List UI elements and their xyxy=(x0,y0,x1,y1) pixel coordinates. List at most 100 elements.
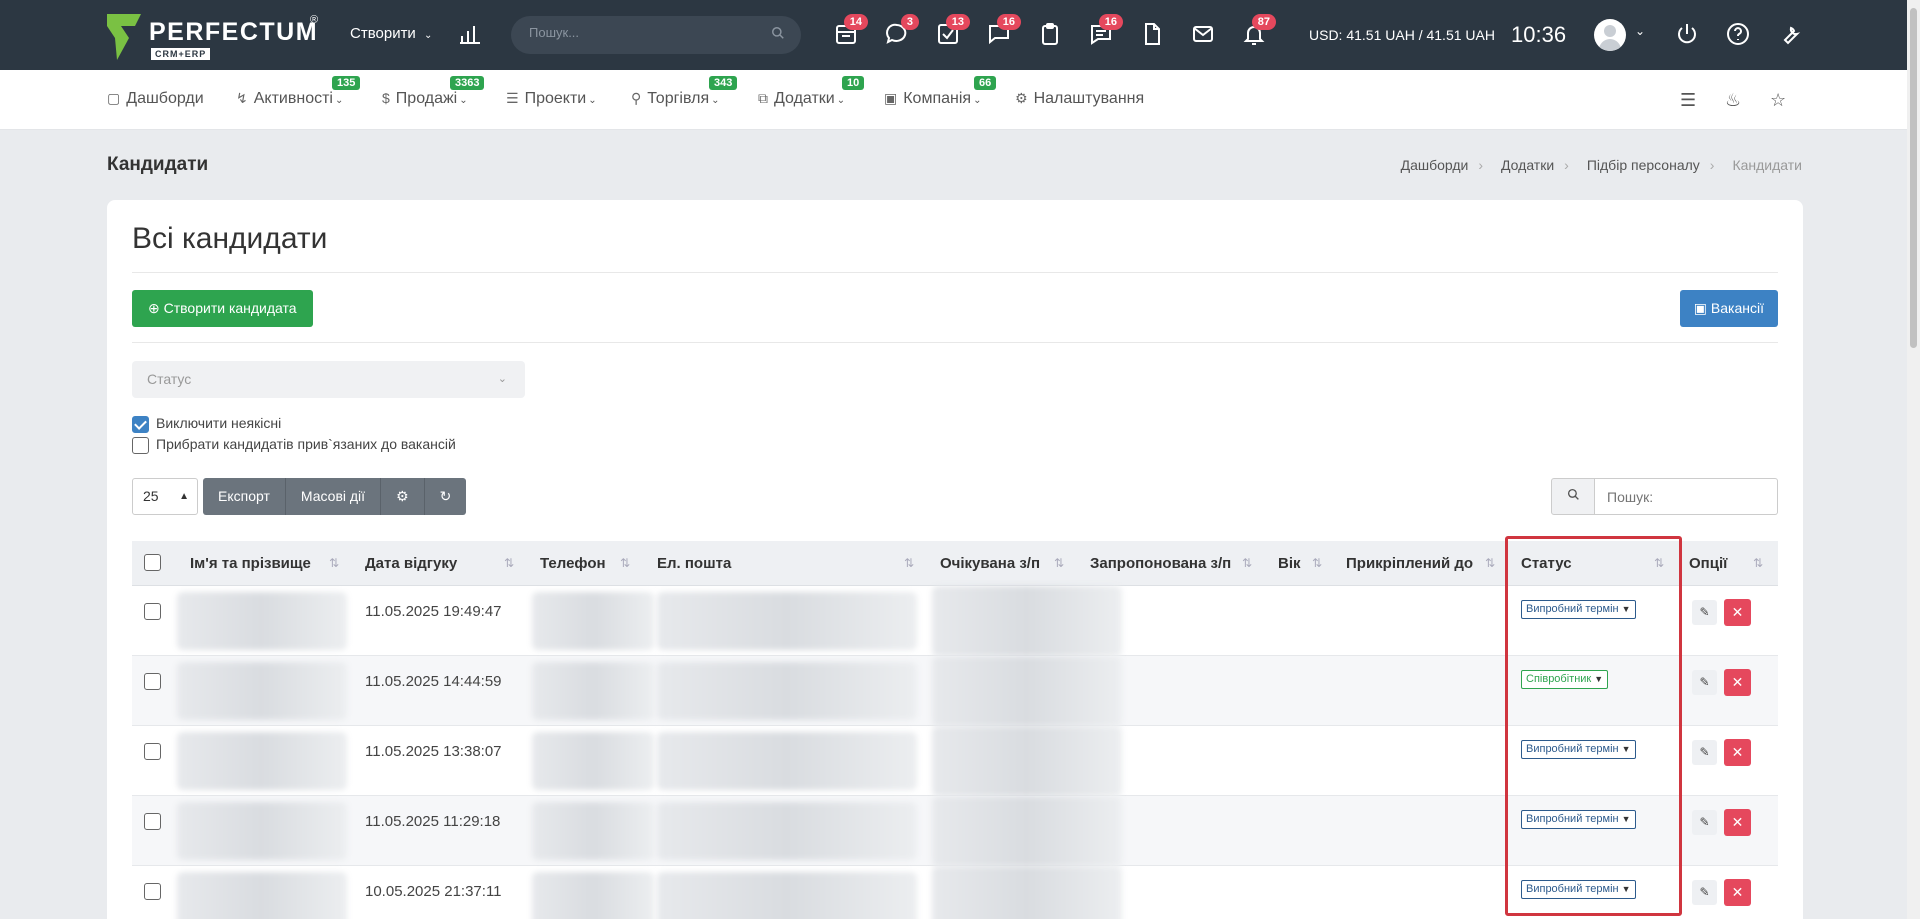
status-dropdown[interactable]: Випробний термін ▼ xyxy=(1521,740,1636,759)
status-dropdown[interactable]: Випробний термін ▼ xyxy=(1521,810,1636,829)
remove-linked-option[interactable]: Прибрати кандидатів прив`язаних до вакан… xyxy=(132,436,456,454)
delete-button[interactable]: ✕ xyxy=(1724,739,1751,766)
breadcrumb-item[interactable]: Підбір персоналу xyxy=(1587,157,1700,173)
col-age[interactable]: Вік xyxy=(1278,541,1301,586)
search-icon[interactable] xyxy=(1551,478,1595,515)
bulk-actions-button[interactable]: Масові дії xyxy=(285,478,382,515)
status-dropdown[interactable]: Випробний термін ▼ xyxy=(1521,880,1636,899)
delete-button[interactable]: ✕ xyxy=(1724,879,1751,906)
delete-button[interactable]: ✕ xyxy=(1724,599,1751,626)
messages-icon[interactable]: 16 xyxy=(1089,14,1123,48)
bell-icon[interactable]: 87 xyxy=(1242,14,1276,48)
per-page-select[interactable]: 25 ▲ xyxy=(132,478,198,515)
remove-linked-checkbox[interactable] xyxy=(132,436,149,454)
table-row[interactable]: 11.05.2025 19:49:47 Випробний термін ▼ ✎ … xyxy=(132,586,1778,656)
stats-icon[interactable] xyxy=(458,22,484,48)
star-icon[interactable]: ☆ xyxy=(1770,90,1786,111)
table-row[interactable]: 11.05.2025 14:44:59 Співробітник ▼ ✎ ✕ xyxy=(132,656,1778,726)
sort-icon[interactable]: ⇅ xyxy=(1753,541,1763,586)
delete-button[interactable]: ✕ xyxy=(1724,669,1751,696)
create-menu[interactable]: Створити ⌄ xyxy=(350,25,432,42)
global-search-input[interactable] xyxy=(529,25,759,40)
col-status[interactable]: Статус xyxy=(1521,541,1572,586)
nav-trade[interactable]: ⚲ Торгівля ⌄ 343 xyxy=(631,76,738,108)
sort-icon[interactable]: ⇅ xyxy=(1054,541,1064,586)
col-offered-salary[interactable]: Запропонована з/п xyxy=(1090,541,1231,586)
edit-button[interactable]: ✎ xyxy=(1692,880,1717,905)
chat-icon[interactable]: 3 xyxy=(885,14,919,48)
breadcrumb-item[interactable]: Дашборди xyxy=(1401,157,1469,173)
search-icon[interactable] xyxy=(771,26,785,44)
comments-icon[interactable]: 16 xyxy=(987,14,1021,48)
nav-settings[interactable]: ⚙ Налаштування xyxy=(1015,90,1144,108)
document-icon[interactable] xyxy=(1140,22,1166,48)
edit-button[interactable]: ✎ xyxy=(1692,740,1717,765)
row-checkbox[interactable] xyxy=(144,743,161,760)
nav-addons[interactable]: ⧉ Додатки ⌄ 10 xyxy=(758,76,865,108)
settings-button[interactable]: ⚙ xyxy=(381,478,425,515)
sort-icon[interactable]: ⇅ xyxy=(329,541,339,586)
table-search-input[interactable] xyxy=(1595,478,1778,515)
vacancies-button[interactable]: ▣ Вакансії xyxy=(1679,290,1778,327)
exclude-low-quality-option[interactable]: Виключити неякісні xyxy=(132,415,281,433)
clipboard-icon[interactable] xyxy=(1038,22,1064,48)
page-scrollbar[interactable] xyxy=(1907,0,1920,919)
table-row[interactable]: 10.05.2025 21:37:11 Випробний термін ▼ ✎ … xyxy=(132,866,1778,919)
breadcrumb-item[interactable]: Додатки xyxy=(1501,157,1554,173)
nav-addons-badge: 10 xyxy=(842,76,865,90)
col-email[interactable]: Ел. пошта xyxy=(657,541,731,586)
nav-dashboards[interactable]: ▢ Дашборди xyxy=(107,90,204,108)
avatar[interactable] xyxy=(1594,19,1626,51)
delete-button[interactable]: ✕ xyxy=(1724,809,1751,836)
status-dropdown[interactable]: Випробний термін ▼ xyxy=(1521,600,1636,619)
sort-icon[interactable]: ⇅ xyxy=(1242,541,1252,586)
col-phone[interactable]: Телефон xyxy=(540,541,606,586)
col-date[interactable]: Дата відгуку xyxy=(365,541,457,586)
create-candidate-button[interactable]: ⊕ Створити кандидата xyxy=(132,290,313,327)
tasks-icon[interactable]: 13 xyxy=(936,14,970,48)
logo[interactable]: PERFECTUM ® CRM+ERP xyxy=(107,14,327,60)
caret-down-icon: ▼ xyxy=(1621,604,1631,614)
bolt-icon: ↯ xyxy=(236,90,248,106)
select-all-checkbox[interactable] xyxy=(144,554,161,571)
table-row[interactable]: 11.05.2025 13:38:07 Випробний термін ▼ ✎ … xyxy=(132,726,1778,796)
edit-button[interactable]: ✎ xyxy=(1692,600,1717,625)
help-icon[interactable] xyxy=(1726,22,1752,48)
sort-icon[interactable]: ⇅ xyxy=(904,541,914,586)
col-name[interactable]: Ім'я та прізвище xyxy=(190,541,311,586)
sort-icon[interactable]: ⇅ xyxy=(504,541,514,586)
export-button[interactable]: Експорт xyxy=(203,478,286,515)
row-checkbox[interactable] xyxy=(144,883,161,900)
row-checkbox[interactable] xyxy=(144,603,161,620)
nav-activities[interactable]: ↯ Активності ⌄ 135 xyxy=(236,76,361,108)
edit-button[interactable]: ✎ xyxy=(1692,810,1717,835)
refresh-button[interactable]: ↻ xyxy=(424,478,467,515)
sort-icon[interactable]: ⇅ xyxy=(1485,541,1495,586)
exclude-low-quality-checkbox[interactable] xyxy=(132,415,149,433)
nav-company[interactable]: ▣ Компанія ⌄ 66 xyxy=(884,76,997,108)
global-search[interactable] xyxy=(511,16,801,54)
fire-icon[interactable]: ♨ xyxy=(1725,90,1741,111)
scrollbar-thumb[interactable] xyxy=(1910,8,1917,348)
edit-button[interactable]: ✎ xyxy=(1692,670,1717,695)
nav-projects[interactable]: ☰ Проекти ⌄ xyxy=(506,90,597,108)
status-filter-select[interactable]: Статус ⌄ xyxy=(132,361,525,398)
calendar-icon[interactable]: 14 xyxy=(834,14,868,48)
sort-icon[interactable]: ⇅ xyxy=(1312,541,1322,586)
row-checkbox[interactable] xyxy=(144,673,161,690)
sort-icon[interactable]: ⇅ xyxy=(1654,541,1664,586)
col-options: Опції xyxy=(1689,555,1728,572)
power-icon[interactable] xyxy=(1675,22,1701,48)
layers-icon[interactable]: ☰ xyxy=(1680,90,1696,111)
nav-activities-badge: 135 xyxy=(332,76,361,90)
col-expected-salary[interactable]: Очікувана з/п xyxy=(940,541,1040,586)
status-dropdown[interactable]: Співробітник ▼ xyxy=(1521,670,1609,689)
nav-sales[interactable]: $ Продажі ⌄ 3363 xyxy=(382,76,485,108)
chevron-down-icon[interactable]: ⌄ xyxy=(1635,24,1645,38)
wrench-icon[interactable] xyxy=(1777,22,1803,48)
col-attached-to[interactable]: Прикріплений до xyxy=(1346,541,1473,586)
table-row[interactable]: 11.05.2025 11:29:18 Випробний термін ▼ ✎ … xyxy=(132,796,1778,866)
sort-icon[interactable]: ⇅ xyxy=(620,541,630,586)
mail-icon[interactable] xyxy=(1191,22,1217,48)
row-checkbox[interactable] xyxy=(144,813,161,830)
